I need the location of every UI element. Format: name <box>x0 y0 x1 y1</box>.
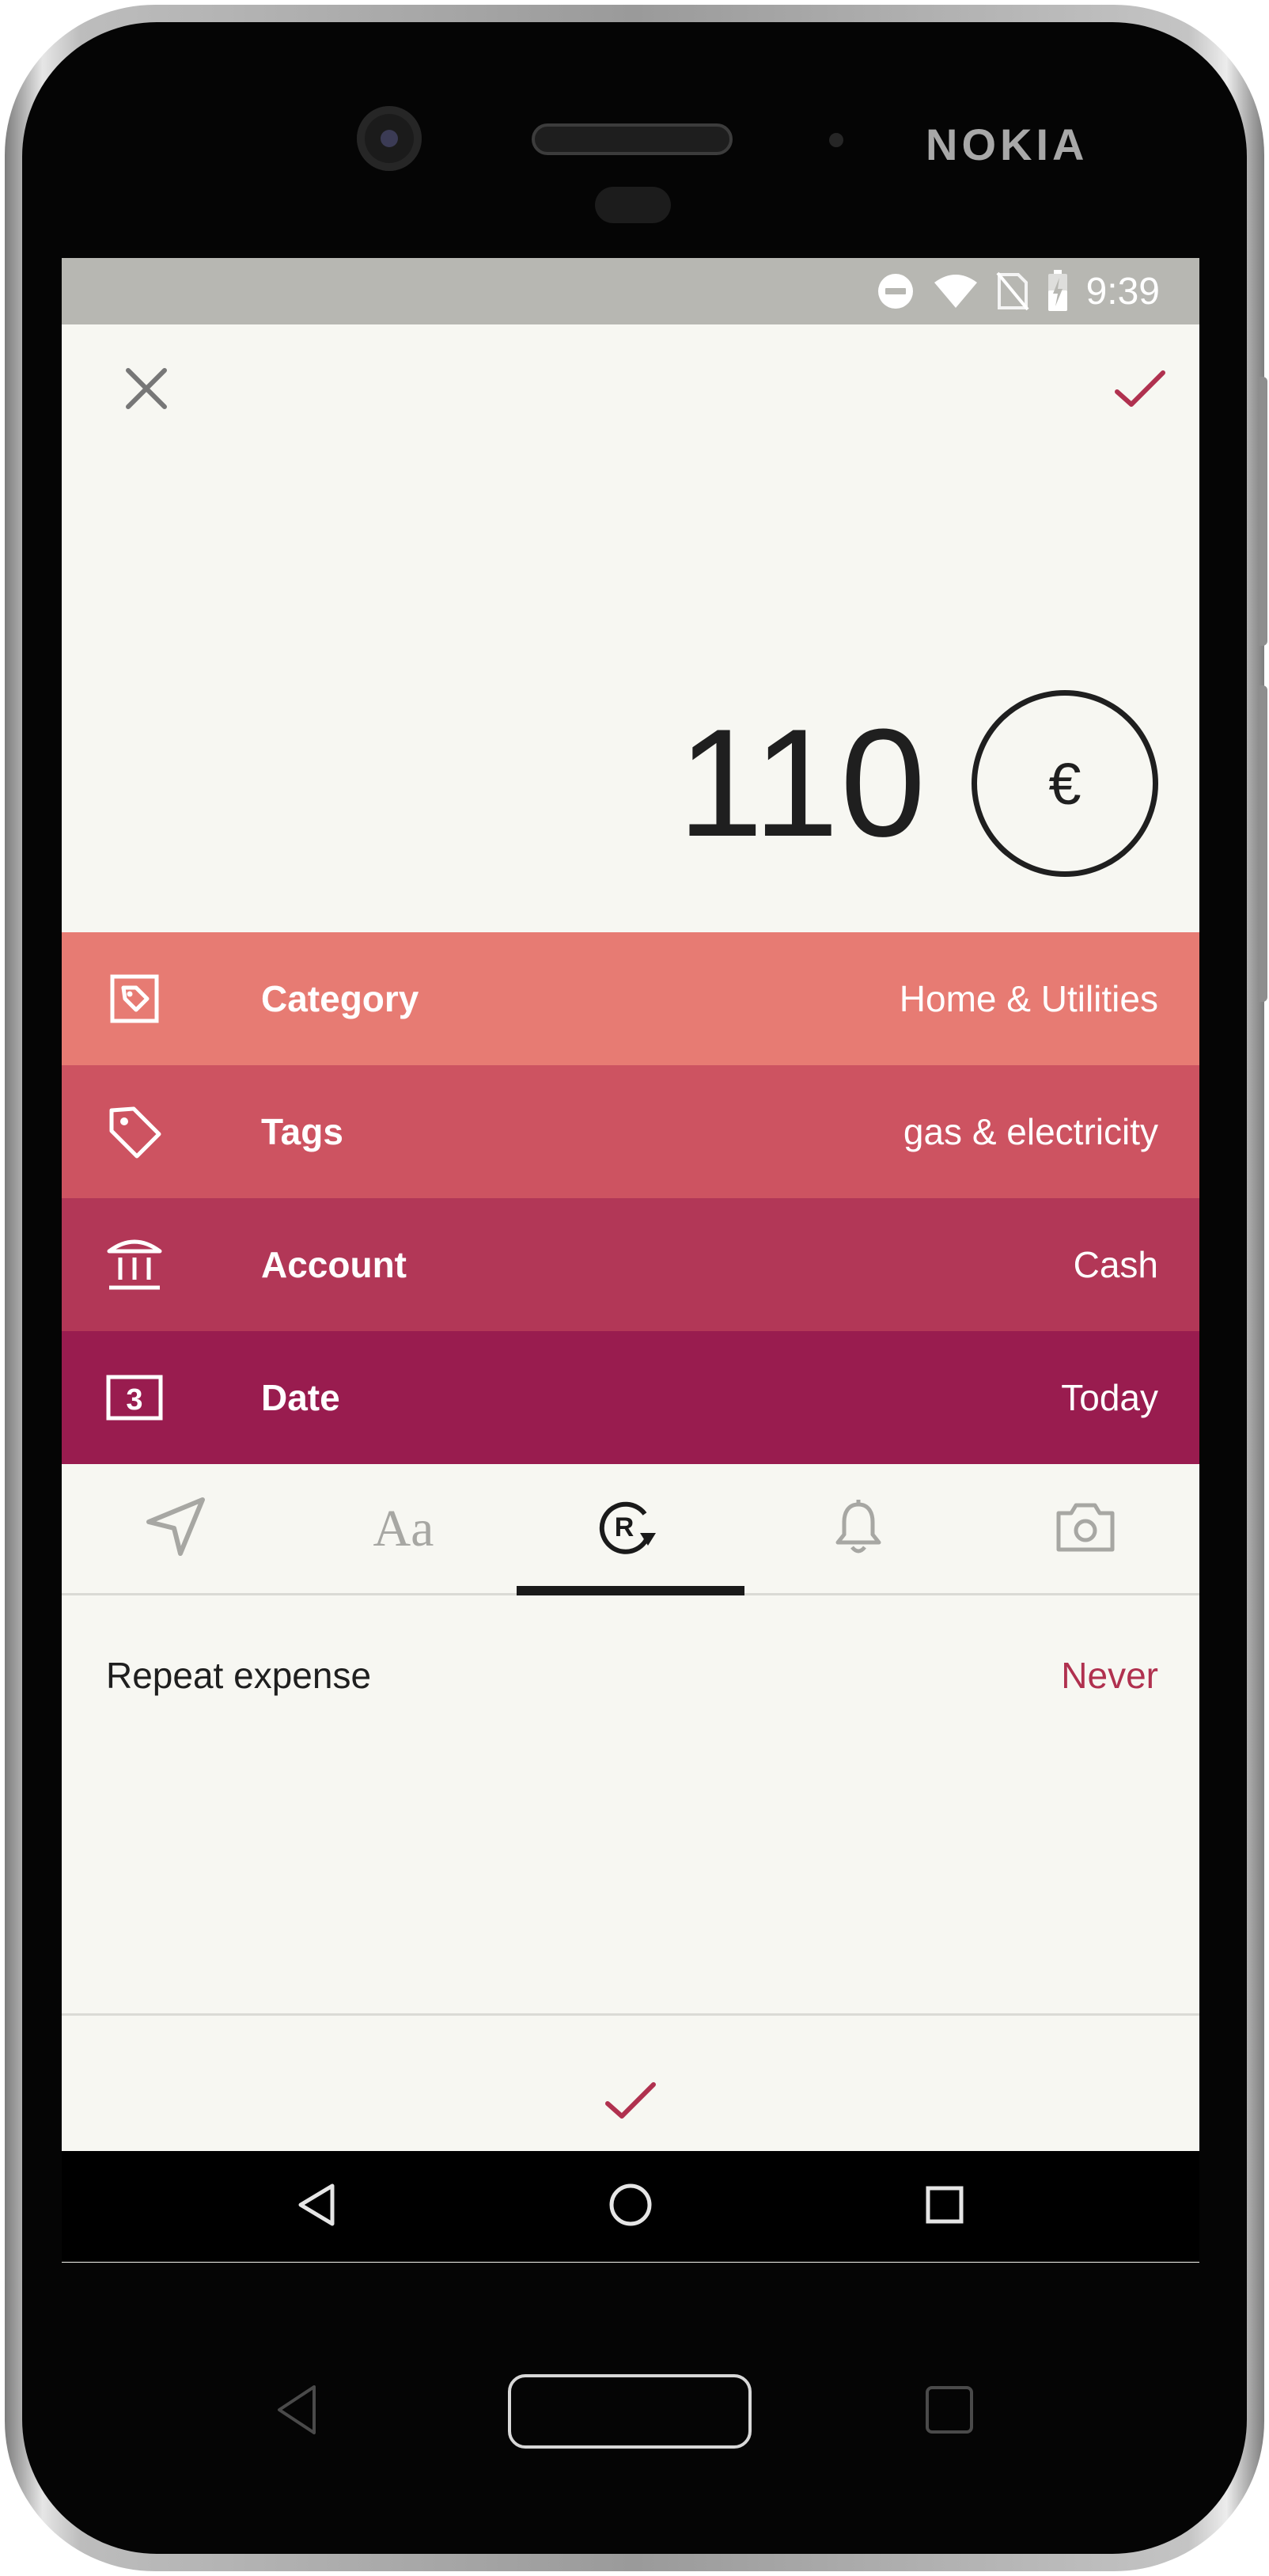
save-button[interactable] <box>1097 347 1184 434</box>
repeat-expense-row[interactable]: Repeat expense Never <box>62 1627 1199 1722</box>
currency-symbol: € <box>1048 750 1081 817</box>
system-navigation-bar <box>62 2151 1199 2262</box>
account-value: Cash <box>1073 1244 1158 1285</box>
nav-home-button[interactable] <box>591 2167 670 2246</box>
hardware-recents-key <box>926 2386 973 2434</box>
earpiece-speaker <box>532 123 733 155</box>
status-bar: 9:39 <box>62 258 1199 324</box>
date-row[interactable]: 3 Date Today <box>62 1331 1199 1464</box>
expense-fields: Category Home & Utilities Tags gas & ele… <box>62 932 1199 1464</box>
brand-logo: NOKIA <box>926 120 1089 169</box>
account-row[interactable]: Account Cash <box>62 1198 1199 1331</box>
tag-icon <box>106 1103 163 1160</box>
amount-display: 110 € <box>678 689 1158 878</box>
proximity-sensor <box>595 187 671 223</box>
front-camera <box>357 106 422 171</box>
check-icon <box>1114 368 1166 413</box>
currency-selector[interactable]: € <box>972 690 1158 877</box>
location-icon <box>144 1495 207 1562</box>
date-value: Today <box>1061 1377 1158 1418</box>
light-sensor <box>829 133 843 147</box>
repeat-icon-letter: R <box>615 1512 634 1542</box>
account-label: Account <box>261 1244 407 1285</box>
do-not-disturb-icon <box>876 271 915 311</box>
tags-label: Tags <box>261 1111 343 1152</box>
tags-row[interactable]: Tags gas & electricity <box>62 1065 1199 1198</box>
calendar-icon: 3 <box>106 1369 163 1426</box>
category-value: Home & Utilities <box>899 978 1158 1019</box>
tab-location[interactable] <box>62 1464 290 1593</box>
repeat-expense-value[interactable]: Never <box>1061 1654 1158 1697</box>
confirm-button[interactable] <box>583 2054 678 2149</box>
category-label: Category <box>261 978 419 1019</box>
volume-button <box>1258 377 1267 646</box>
tab-note[interactable]: Aa <box>290 1464 517 1593</box>
calendar-date-number: 3 <box>126 1383 142 1417</box>
tab-selected-indicator <box>517 1586 744 1595</box>
amount-value[interactable]: 110 <box>678 707 927 860</box>
text-note-icon: Aa <box>373 1499 434 1557</box>
repeat-icon: R <box>597 1497 664 1561</box>
close-button[interactable] <box>103 347 190 434</box>
divider <box>62 2013 1199 2016</box>
repeat-expense-label: Repeat expense <box>106 1655 372 1696</box>
battery-charging-icon <box>1047 270 1069 313</box>
power-button <box>1258 685 1267 1002</box>
back-icon <box>296 2183 337 2231</box>
home-icon <box>608 2183 653 2231</box>
detail-tabs: Aa R <box>62 1464 1199 1595</box>
category-tag-icon <box>106 970 163 1027</box>
hardware-back-key <box>269 2374 324 2445</box>
category-row[interactable]: Category Home & Utilities <box>62 932 1199 1065</box>
check-icon <box>604 2080 657 2125</box>
app-screen: 9:39 110 € Category Home & Utilities Tag… <box>62 258 1199 2263</box>
no-sim-icon <box>996 271 1029 311</box>
camera-icon <box>1055 1500 1116 1557</box>
nav-recents-button[interactable] <box>905 2167 984 2246</box>
status-time: 9:39 <box>1085 270 1160 313</box>
tab-repeat[interactable]: R <box>517 1464 744 1593</box>
nav-back-button[interactable] <box>277 2167 356 2246</box>
bank-icon <box>106 1236 163 1293</box>
tags-value: gas & electricity <box>903 1111 1158 1152</box>
date-label: Date <box>261 1377 340 1418</box>
tab-reminder[interactable] <box>744 1464 972 1593</box>
hardware-home-key <box>508 2374 752 2449</box>
close-icon <box>125 367 168 414</box>
reminder-bell-icon <box>835 1498 882 1559</box>
wifi-icon <box>933 273 979 309</box>
recents-icon <box>926 2186 964 2228</box>
tab-photo[interactable] <box>972 1464 1199 1593</box>
